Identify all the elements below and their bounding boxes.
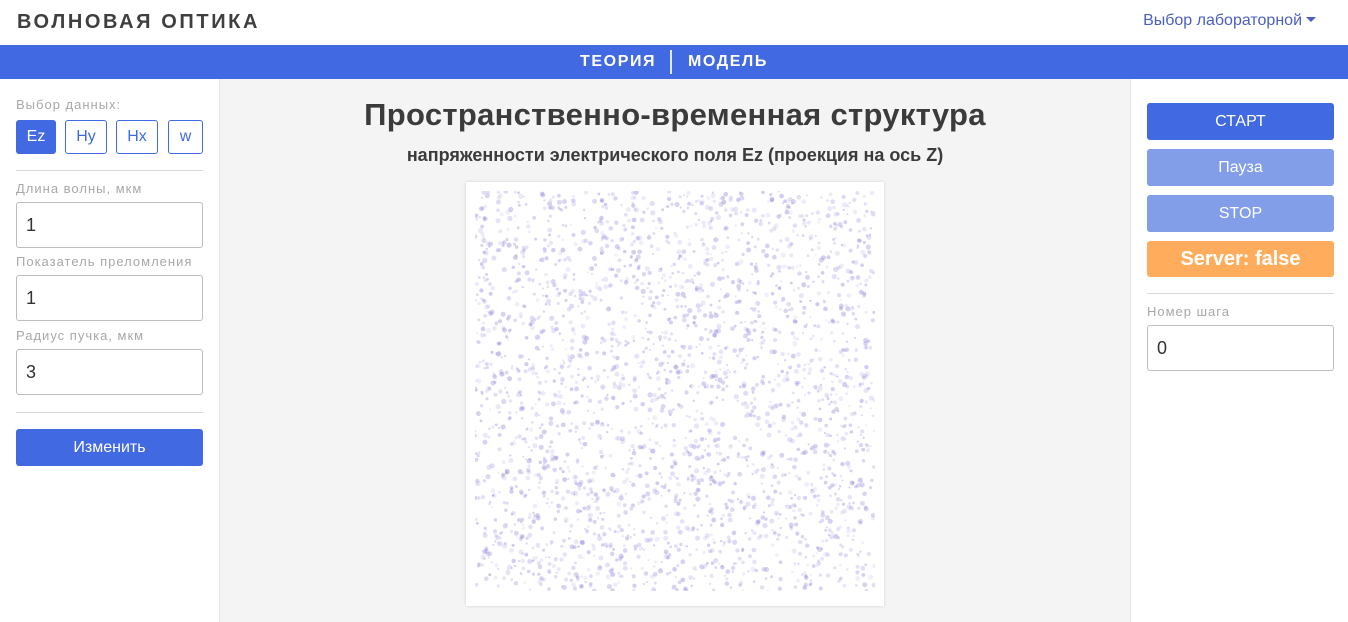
radius-label: Радиус пучка, мкм [16,328,145,343]
radius-input[interactable] [16,349,203,395]
caret-down-icon [1306,17,1316,22]
wavelength-label: Длина волны, мкм [16,181,143,196]
right-panel: СТАРТ Пауза STOP Server: false Номер шаг… [1130,79,1348,622]
field-canvas-card [466,182,884,606]
lab-select-dropdown[interactable]: Выбор лабораторной [1143,12,1316,30]
divider [1147,293,1334,294]
left-panel: Выбор данных: Ez Hy Hx w Длина волны, мк… [0,79,220,622]
data-button-hy[interactable]: Hy [65,120,107,154]
page-subtitle: напряженности электрического поля Ez (пр… [406,145,944,165]
tab-theory[interactable]: ТЕОРИЯ [580,53,656,71]
field-visualization [475,191,875,591]
nav-bar: ТЕОРИЯ МОДЕЛЬ [0,45,1348,79]
wavelength-input[interactable] [16,202,203,248]
refraction-input[interactable] [16,275,203,321]
start-button[interactable]: СТАРТ [1147,103,1334,140]
change-button[interactable]: Изменить [16,429,203,466]
step-input[interactable] [1147,325,1334,371]
stop-button[interactable]: STOP [1147,195,1334,232]
app-title: ВОЛНОВАЯ ОПТИКА [17,11,261,33]
divider [16,170,203,171]
main-panel: Пространственно-временная структура напр… [220,79,1130,622]
divider [16,412,203,413]
data-button-ez[interactable]: Ez [16,120,56,154]
step-label: Номер шага [1147,304,1230,319]
data-select-label: Выбор данных: [16,97,122,112]
page-title: Пространственно-временная структура [364,97,986,132]
lab-select-label: Выбор лабораторной [1143,12,1302,29]
top-bar: ВОЛНОВАЯ ОПТИКА Выбор лабораторной [0,0,1348,45]
data-button-hx[interactable]: Hx [116,120,158,154]
tab-model[interactable]: МОДЕЛЬ [688,53,768,71]
data-button-w[interactable]: w [168,120,203,154]
pause-button[interactable]: Пауза [1147,149,1334,186]
nav-divider [670,50,672,74]
refraction-label: Показатель преломления [16,254,193,269]
server-status-badge: Server: false [1147,241,1334,277]
